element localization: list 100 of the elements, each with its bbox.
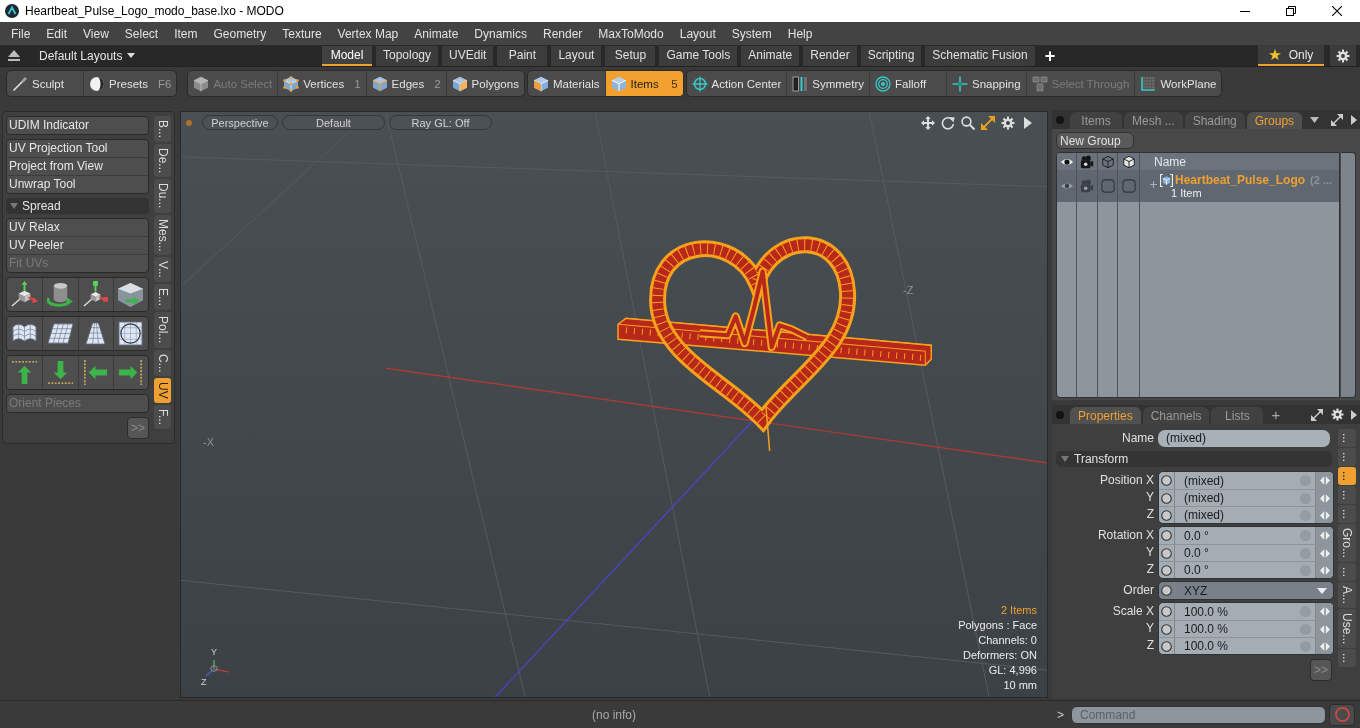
side-tab[interactable]: Use... [1338, 609, 1356, 649]
property-value[interactable]: 100.0 % [1184, 622, 1229, 636]
side-tab[interactable]: V... [154, 257, 171, 283]
right-triangle-icon[interactable] [1351, 114, 1357, 125]
menu-item[interactable]: Item [166, 26, 206, 41]
panel-tab[interactable]: Mesh ... [1124, 112, 1183, 129]
side-tab[interactable]: ... [1338, 448, 1356, 467]
toolbar-button[interactable]: Materials [527, 71, 606, 96]
dot-icon[interactable] [1056, 410, 1064, 419]
tool-button[interactable]: Project from View [7, 157, 148, 175]
dropdown-caret-icon[interactable] [1310, 116, 1320, 123]
diagonal-arrows-icon[interactable] [1311, 408, 1323, 421]
panel-tab[interactable]: Items [1070, 112, 1122, 129]
menu-item[interactable]: Dynamics [466, 26, 535, 41]
scale-axes-icon[interactable] [82, 281, 110, 308]
layout-tab[interactable]: Model [322, 46, 372, 66]
left-right-arrows-icon[interactable] [1319, 641, 1330, 651]
3d-viewport[interactable]: Perspective Default Ray GL: Off -Z -X Y Z 2 Items Polygons : Face Channels: 0 Deformers: ON GL: 4,996 10 mm [180, 111, 1048, 698]
wireframe-cube-icon[interactable] [1100, 154, 1115, 169]
diagonal-arrows-icon[interactable] [1331, 113, 1343, 126]
grid-plane-icon[interactable] [46, 320, 74, 347]
menu-item[interactable]: Select [116, 26, 167, 41]
toolbar-button[interactable]: Snapping [947, 71, 1027, 96]
left-right-arrows-icon[interactable] [1319, 493, 1330, 503]
minimize-icon[interactable] [1240, 10, 1250, 12]
toolbar-button[interactable]: Presets F6 [84, 71, 177, 96]
view-option-button[interactable]: Ray GL: Off [389, 115, 492, 130]
toolbar-button[interactable]: Symmetry [787, 71, 870, 96]
menu-item[interactable]: Edit [38, 26, 76, 41]
side-tab[interactable]: Du... [154, 179, 171, 213]
property-value[interactable]: (mixed) [1184, 491, 1224, 505]
toolbar-button[interactable]: Falloff [870, 71, 947, 96]
menu-item[interactable]: Texture [274, 26, 330, 41]
settings-icon[interactable] [1331, 408, 1344, 421]
layouts-dropdown[interactable]: Default Layouts [39, 48, 136, 63]
layout-tab[interactable]: Render [803, 46, 857, 66]
empty-checkbox-icon[interactable] [1100, 179, 1115, 193]
tool-button[interactable]: UV Projection Tool [7, 140, 148, 157]
circle-icon[interactable] [1161, 509, 1172, 521]
side-tab[interactable]: F... [154, 405, 171, 429]
side-tab[interactable]: De... [154, 144, 171, 178]
side-tab[interactable]: ... [1338, 467, 1356, 486]
move-axes-icon[interactable] [11, 281, 39, 308]
side-tab[interactable]: Gro... [1338, 524, 1356, 563]
left-right-arrows-icon[interactable] [1319, 476, 1330, 485]
menu-item[interactable]: Layout [671, 26, 724, 41]
tool-button[interactable]: Unwrap Tool [7, 175, 148, 193]
box-arrow-icon[interactable] [117, 281, 145, 308]
rotate-icon[interactable] [941, 116, 955, 130]
menu-item[interactable]: MaxToModo [590, 26, 672, 41]
arrow-up-line-icon[interactable] [11, 359, 39, 386]
circle-icon[interactable] [1161, 530, 1172, 541]
layout-tab[interactable]: Game Tools [659, 46, 738, 66]
toolbar-button[interactable]: Items 5 [605, 71, 683, 96]
close-icon[interactable] [1332, 6, 1342, 16]
restore-icon[interactable] [1286, 6, 1296, 16]
sphere-grid-icon[interactable] [117, 320, 145, 347]
property-value[interactable]: 0.0 ° [1184, 563, 1209, 577]
tool-button[interactable]: UDIM Indicator [7, 117, 148, 134]
left-right-arrows-icon[interactable] [1319, 548, 1330, 558]
property-value[interactable]: (mixed) [1184, 508, 1224, 522]
eject-icon[interactable] [8, 50, 20, 61]
side-tab[interactable]: B... [154, 116, 171, 142]
menu-item[interactable]: Vertex Map [329, 26, 407, 41]
property-value[interactable]: (mixed) [1184, 473, 1224, 488]
left-right-arrows-icon[interactable] [1319, 510, 1330, 520]
layout-tab[interactable]: Scripting [860, 46, 922, 66]
property-value[interactable]: 0.0 ° [1184, 528, 1209, 543]
search-icon[interactable] [961, 116, 975, 130]
view-option-button[interactable]: Default [282, 115, 385, 130]
rotate-cylinder-icon[interactable] [46, 281, 74, 308]
circle-icon[interactable] [1161, 492, 1172, 504]
layout-tab[interactable]: Layout [551, 46, 602, 66]
layout-tab[interactable]: Paint [497, 46, 548, 66]
side-tab[interactable]: C... [154, 349, 171, 377]
empty-checkbox-icon[interactable] [1121, 179, 1136, 193]
menu-item[interactable]: Render [535, 26, 591, 41]
layout-tab[interactable]: Schematic Fusion [925, 46, 1035, 66]
side-tab[interactable]: ... [1338, 486, 1356, 505]
side-tab[interactable]: Pol... [154, 312, 171, 348]
plus-icon[interactable] [1150, 181, 1157, 188]
record-button[interactable] [1329, 703, 1355, 726]
menu-item[interactable]: Geometry [205, 26, 275, 41]
left-right-arrows-icon[interactable] [1319, 531, 1330, 540]
maximize-icon[interactable] [981, 116, 995, 130]
arrow-down-line-icon[interactable] [46, 359, 74, 386]
right-triangle-icon[interactable] [1351, 409, 1357, 420]
left-right-arrows-icon[interactable] [1319, 607, 1330, 616]
circle-icon[interactable] [1161, 475, 1172, 486]
side-tab[interactable]: ... [1338, 649, 1356, 668]
toolbar-button[interactable]: WorkPlane [1135, 71, 1222, 96]
panel-tab[interactable]: Shading [1184, 112, 1245, 129]
side-tab[interactable]: Mes... [154, 214, 171, 256]
panel-tab[interactable]: Groups [1246, 112, 1303, 129]
section-header[interactable]: Transform [1056, 451, 1332, 467]
circle-icon[interactable] [1161, 547, 1172, 559]
menu-item[interactable]: View [75, 26, 117, 41]
add-tab-button[interactable]: + [1271, 407, 1281, 422]
toolbar-button[interactable]: Polygons [446, 71, 524, 96]
circle-icon[interactable] [1161, 640, 1172, 652]
